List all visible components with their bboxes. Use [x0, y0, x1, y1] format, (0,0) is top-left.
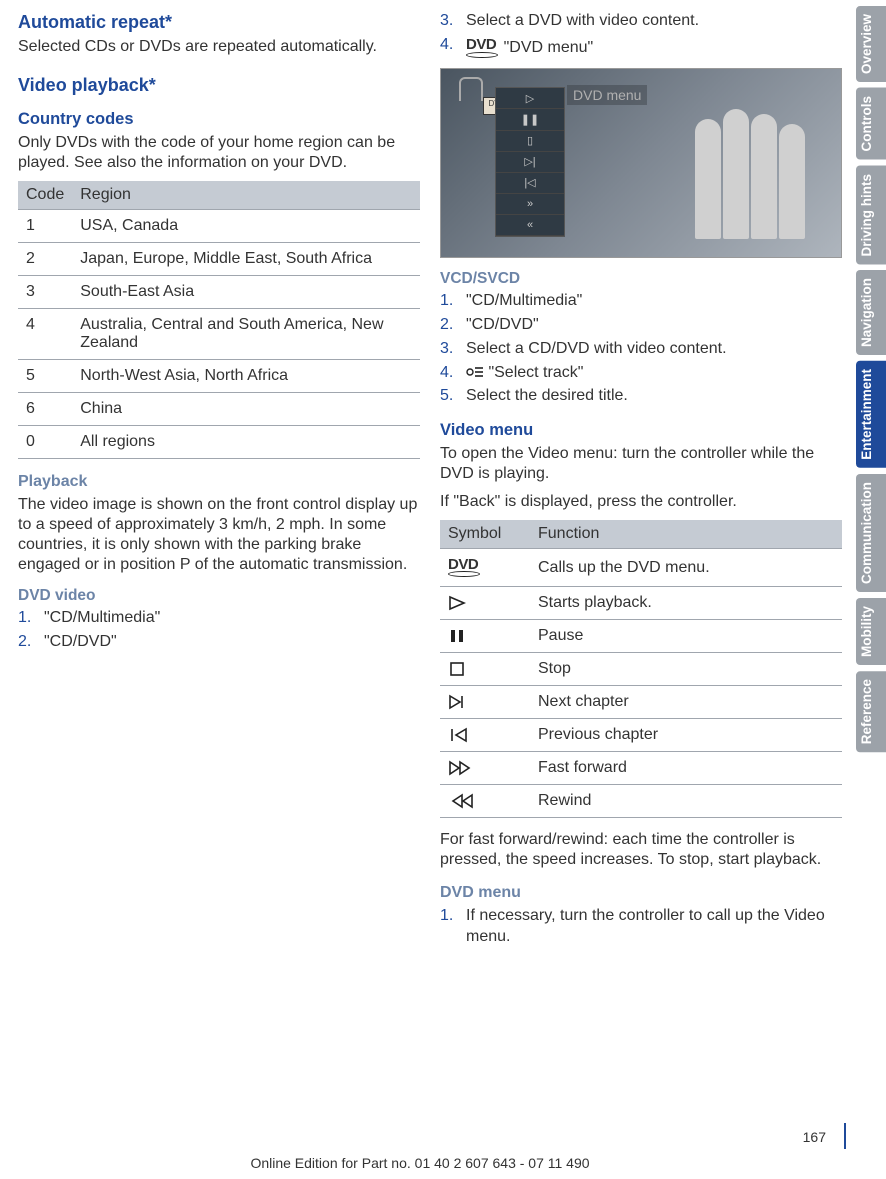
table-row: 1USA, Canada — [18, 210, 420, 243]
table-row: 0All regions — [18, 426, 420, 459]
heading-automatic-repeat: Automatic repeat* — [18, 12, 420, 33]
table-row: 3South-East Asia — [18, 276, 420, 309]
tab-controls[interactable]: Controls — [856, 88, 886, 160]
tab-reference[interactable]: Reference — [856, 671, 886, 752]
track-list-icon — [466, 365, 484, 379]
steps-vcd: "CD/Multimedia" "CD/DVD" Select a CD/DVD… — [440, 291, 842, 407]
table-row: Rewind — [440, 785, 842, 818]
table-row: Previous chapter — [440, 719, 842, 752]
stop-icon — [440, 653, 530, 686]
table-row: Pause — [440, 620, 842, 653]
text-country-codes: Only DVDs with the code of your home reg… — [18, 133, 420, 173]
steps-dvd-video: "CD/Multimedia" "CD/DVD" — [18, 608, 420, 653]
text-ff-rw: For fast forward/rewind: each time the c… — [440, 830, 842, 870]
list-item: DVD "DVD menu" — [440, 35, 842, 61]
step-label: "Select track" — [488, 364, 583, 381]
table-row: Stop — [440, 653, 842, 686]
tab-navigation[interactable]: Navigation — [856, 270, 886, 355]
heading-dvd-menu: DVD menu — [440, 884, 842, 902]
text-automatic-repeat: Selected CDs or DVDs are repeated automa… — [18, 37, 420, 57]
table-row: Starts playback. — [440, 587, 842, 620]
table-region-codes: Code Region 1USA, Canada 2Japan, Europe,… — [18, 181, 420, 459]
heading-playback: Playback — [18, 473, 420, 491]
table-row: 6China — [18, 393, 420, 426]
table-row: Fast forward — [440, 752, 842, 785]
right-column: Select a DVD with video content. DVD "DV… — [440, 8, 842, 1171]
list-item: "CD/Multimedia" — [18, 608, 420, 629]
table-row: 4Australia, Central and South America, N… — [18, 309, 420, 360]
page-number: 167 — [803, 1129, 826, 1145]
steps-dvd-video-cont: Select a DVD with video content. DVD "DV… — [440, 11, 842, 60]
table-row: 2Japan, Europe, Middle East, South Afric… — [18, 243, 420, 276]
col-region: Region — [72, 181, 420, 210]
tab-entertainment[interactable]: Entertainment — [856, 361, 886, 468]
footer-text: Online Edition for Part no. 01 40 2 607 … — [0, 1155, 840, 1171]
left-column: Automatic repeat* Selected CDs or DVDs a… — [18, 8, 420, 1171]
heading-dvd-video: DVD video — [18, 587, 420, 605]
dvd-icon: DVD — [466, 35, 499, 61]
table-row: DVD Calls up the DVD menu. — [440, 549, 842, 587]
heading-video-menu: Video menu — [440, 421, 842, 440]
screenshot-dvd-menu: DVD ▷❚❚▯▷||◁»« DVD menu — [440, 68, 842, 258]
section-tabs: Overview Controls Driving hints Navigati… — [856, 0, 886, 1179]
list-item: Select a CD/DVD with video content. — [440, 339, 842, 360]
list-item: "CD/DVD" — [18, 632, 420, 653]
list-item: Select the desired title. — [440, 386, 842, 407]
list-item: "Select track" — [440, 363, 842, 384]
text-playback: The video image is shown on the front co… — [18, 495, 420, 575]
table-row: 5North-West Asia, North Africa — [18, 360, 420, 393]
list-item: "CD/DVD" — [440, 315, 842, 336]
table-video-menu: Symbol Function DVD Calls up the DVD men… — [440, 520, 842, 818]
list-item: Select a DVD with video content. — [440, 11, 842, 32]
tab-overview[interactable]: Overview — [856, 6, 886, 82]
rewind-icon — [440, 785, 530, 818]
text-video-menu-2: If "Back" is displayed, press the contro… — [440, 492, 842, 512]
tab-communication[interactable]: Communication — [856, 474, 886, 592]
play-icon — [440, 587, 530, 620]
pause-icon — [440, 620, 530, 653]
heading-country-codes: Country codes — [18, 110, 420, 129]
table-header: Symbol Function — [440, 520, 842, 549]
mock-menu: ▷❚❚▯▷||◁»« — [495, 87, 565, 237]
step-label: "DVD menu" — [504, 39, 594, 56]
table-header: Code Region — [18, 181, 420, 210]
col-symbol: Symbol — [440, 520, 530, 549]
fast-forward-icon — [440, 752, 530, 785]
col-code: Code — [18, 181, 72, 210]
tab-driving-hints[interactable]: Driving hints — [856, 166, 886, 265]
dvd-menu-icon: DVD — [440, 549, 530, 587]
list-item: "CD/Multimedia" — [440, 291, 842, 312]
col-function: Function — [530, 520, 842, 549]
prev-chapter-icon — [440, 719, 530, 752]
next-chapter-icon — [440, 686, 530, 719]
hand-icon — [459, 77, 483, 101]
mock-menu-label: DVD menu — [567, 85, 647, 105]
heading-vcd-svcd: VCD/SVCD — [440, 270, 842, 288]
tab-mobility[interactable]: Mobility — [856, 598, 886, 665]
heading-video-playback: Video playback* — [18, 75, 420, 96]
mock-building — [677, 99, 827, 239]
text-video-menu-1: To open the Video menu: turn the control… — [440, 444, 842, 484]
table-row: Next chapter — [440, 686, 842, 719]
steps-dvd-menu: If necessary, turn the controller to cal… — [440, 906, 842, 948]
list-item: If necessary, turn the controller to cal… — [440, 906, 842, 948]
